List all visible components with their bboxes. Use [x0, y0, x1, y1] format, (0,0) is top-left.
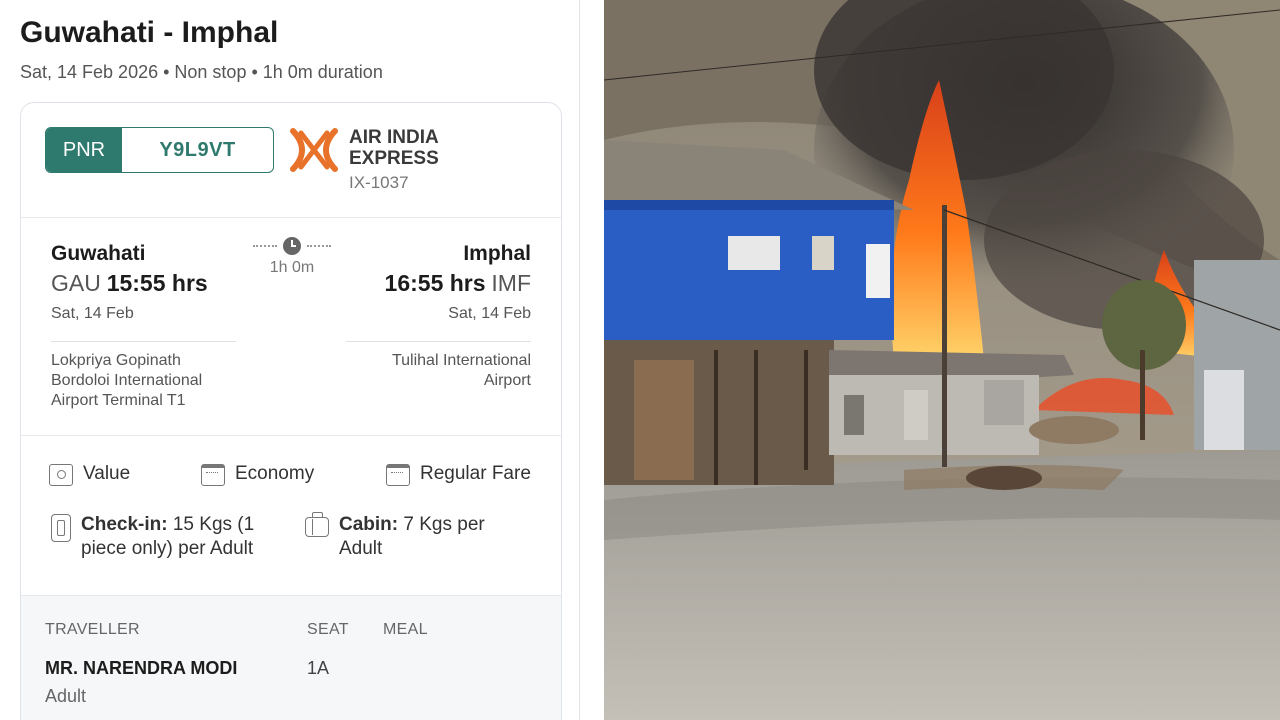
divider [21, 217, 561, 218]
arrival-airport: Tulihal International Airport [391, 352, 531, 389]
money-icon [49, 464, 73, 486]
fire-photo [604, 0, 1280, 720]
meal-header: MEAL [383, 621, 428, 638]
divider [51, 341, 236, 342]
traveller-seat: 1A [307, 658, 330, 678]
duration-text: 1h 0m [269, 259, 315, 276]
airline-name: AIR INDIA EXPRESS [349, 127, 439, 169]
departure-date: Sat, 14 Feb [51, 305, 134, 322]
pnr-value: Y9L9VT [159, 138, 236, 161]
flight-number: IX-1037 [349, 173, 409, 192]
pnr-box[interactable]: PNR Y9L9VT [45, 127, 274, 173]
booking-panel: Guwahati - Imphal Sat, 14 Feb 2026 • Non… [0, 0, 580, 720]
divider [346, 341, 531, 342]
departure-city: Guwahati [51, 242, 146, 265]
fare-type: Value [49, 463, 130, 486]
departure-code: GAU [51, 270, 101, 296]
traveller-name: MR. NARENDRA MODI [45, 658, 238, 678]
traveller-type: Adult [45, 686, 87, 706]
calendar-icon [201, 464, 225, 486]
checkin-baggage: Check-in: 15 Kgs (1 piece only) per Adul… [51, 513, 254, 561]
briefcase-icon [305, 512, 329, 537]
cabin-class: Economy [201, 463, 314, 486]
luggage-icon [51, 514, 71, 542]
page-title: Guwahati - Imphal [20, 16, 279, 49]
airline-logo-icon [290, 128, 338, 172]
fire-scene-image [604, 0, 1280, 720]
flight-duration: 1h 0m [247, 237, 337, 277]
traveller-header: TRAVELLER [45, 621, 140, 638]
departure-airport: Lokpriya Gopinath Bordoloi International… [51, 352, 203, 409]
clock-icon [283, 237, 301, 255]
pnr-label: PNR [46, 128, 122, 172]
arrival-code: IMF [491, 270, 531, 296]
arrival-time: 16:55 hrs [384, 270, 486, 296]
fare-category: Regular Fare [386, 463, 531, 486]
arrival-date: Sat, 14 Feb [448, 305, 531, 322]
departure-time: 15:55 hrs [106, 270, 208, 296]
ticket-card: PNR Y9L9VT AIR INDIA EXPRESS IX-1037 Guw… [20, 102, 562, 720]
seat-header: SEAT [307, 621, 349, 638]
divider [21, 435, 561, 436]
arrival-city: Imphal [463, 242, 531, 265]
divider [21, 595, 561, 596]
calendar-icon [386, 464, 410, 486]
route-subtitle: Sat, 14 Feb 2026 • Non stop • 1h 0m dura… [20, 62, 383, 82]
cabin-baggage: Cabin: 7 Kgs per Adult [305, 512, 485, 561]
arrival-time-row: 16:55 hrs IMF [385, 270, 531, 297]
departure-time-row: GAU 15:55 hrs [51, 270, 208, 297]
traveller-section: TRAVELLER SEAT MEAL MR. NARENDRA MODI Ad… [21, 595, 561, 720]
